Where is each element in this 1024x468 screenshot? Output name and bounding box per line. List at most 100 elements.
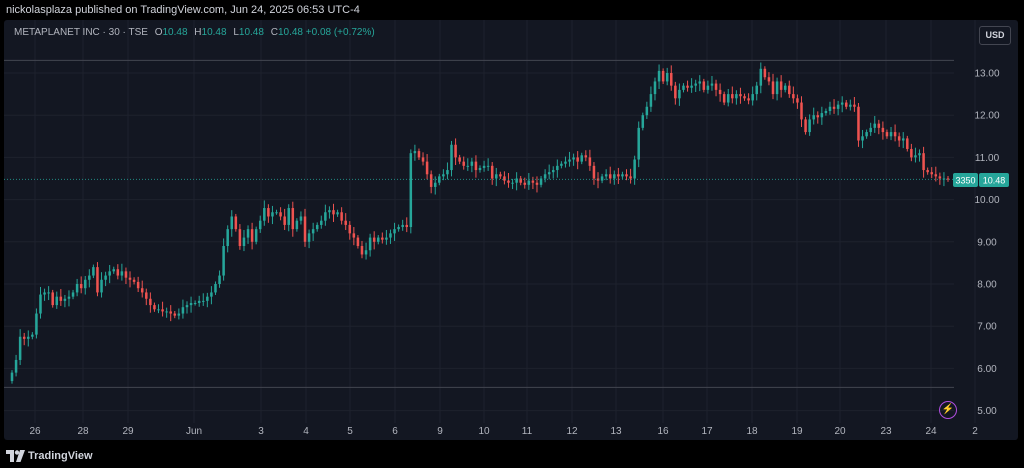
candle-body [775,81,779,95]
candle-body [165,311,168,313]
candle-body [714,83,718,90]
candle-body [185,305,189,308]
candle-body [934,174,938,177]
candle-body [503,176,506,181]
candle-body [938,176,942,179]
candle-body [608,174,612,179]
candle-body [433,182,437,187]
reference-lines [4,59,954,388]
time-tick-label: 24 [925,426,937,437]
countdown-tag: 3350 [955,176,975,186]
candle-body [523,182,527,185]
candle-body [393,229,396,234]
time-tick-label: 5 [347,426,353,437]
candle-body [226,229,229,247]
time-tick-label: 20 [834,426,846,437]
candle-body [743,96,746,99]
candle-body [413,151,417,154]
tradingview-snapshot: nickolasplaza published on TradingView.c… [0,0,1024,468]
candle-body [836,104,840,109]
candle-body [511,182,514,184]
currency-button[interactable]: USD [979,26,1011,45]
candle-body [812,115,815,120]
low-value: 10.48 [238,27,264,38]
candle-body [739,94,742,97]
chart-panel[interactable]: 5.00 6.00 7.00 8.00 9.00 10.00 11.00 12.00 13.00… [4,20,1018,440]
candle-body [702,81,706,90]
candle-body [462,161,465,166]
candle-body [897,136,901,141]
candle-body [759,68,763,86]
footer-bar: TradingView [0,440,1024,468]
time-tick-label: 4 [303,426,309,437]
candle-body [442,174,445,177]
candle-body [425,161,429,175]
candle-body [401,224,404,228]
candle-body [116,269,120,276]
candle-body [157,309,160,311]
candle-body [324,212,327,221]
candle-body [576,157,579,162]
candle-body [584,155,588,158]
time-tick-label: 26 [29,426,41,437]
candle-body [14,359,18,373]
lightning-bolt-icon[interactable]: ⚡ [939,401,957,419]
price-tick-label: 11.00 [975,153,1000,164]
candle-body [210,292,213,297]
high-value: 10.48 [201,27,227,38]
candle-body [686,85,689,88]
candle-body [79,284,83,289]
candle-body [189,302,193,306]
candle-body [722,94,726,103]
candle-body [181,307,185,314]
candle-body [27,336,30,339]
candle-body [861,136,864,141]
candle-body [381,237,384,240]
candle-body [454,144,457,158]
candle-body [315,224,319,230]
candle-body [10,372,14,382]
candle-body [446,170,449,175]
candle-body [145,292,148,299]
candle-body [706,85,710,90]
candle-body [409,153,413,228]
candle-body [303,216,307,242]
candle-body [820,113,824,118]
candle-body [661,70,665,82]
candle-body [885,132,889,137]
candle-body [202,300,205,302]
candle-body [92,267,95,276]
candle-body [901,138,905,141]
candle-body [254,229,258,242]
candle-body [665,73,669,82]
candle-body [474,161,478,171]
candle-body [865,132,868,137]
time-tick-label: 28 [77,426,89,437]
candle-body [678,89,681,99]
candle-body [551,170,555,173]
candle-body [104,275,107,280]
price-chart[interactable]: 5.00 6.00 7.00 8.00 9.00 10.00 11.00 12.00 13.00… [4,20,1018,440]
candle-body [149,298,152,306]
candle-body [832,106,836,109]
candle-body [153,305,156,310]
time-axis[interactable]: 26 28 29 Jun 3 4 5 6 9 10 11 12 13 16 17 18 19 20 23 24 2 [29,426,978,437]
candle-body [43,292,46,295]
candle-body [18,336,22,360]
price-axis[interactable]: 5.00 6.00 7.00 8.00 9.00 10.00 11.00 12.00 13.00 [974,69,999,418]
candle-body [592,165,596,179]
candle-body [71,292,75,297]
candle-body [283,216,286,225]
time-tick-label: 10 [478,426,490,437]
time-tick-label: 2 [972,426,978,437]
candle-body [470,161,474,166]
candle-body [128,277,132,280]
candle-body [613,174,616,179]
symbol-name[interactable]: METAPLANET INC · 30 · TSE [14,27,148,38]
candle-body [482,165,486,168]
candle-body [39,294,42,314]
publisher-text: nickolasplaza published on TradingView.c… [6,4,360,16]
candle-body [458,157,461,162]
candles [10,62,950,384]
candle-body [218,275,221,284]
